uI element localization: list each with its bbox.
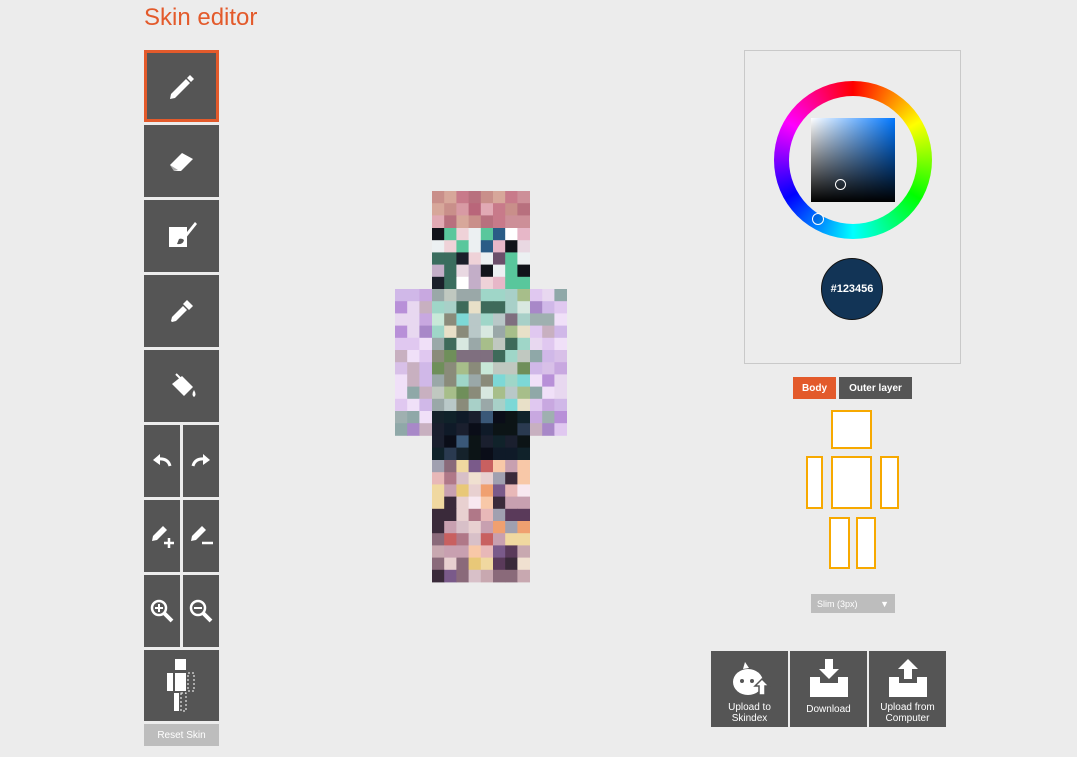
redo-icon xyxy=(191,454,210,467)
current-color-swatch[interactable]: #123456 xyxy=(821,258,883,320)
pencil-icon xyxy=(169,75,194,99)
brush-tool[interactable] xyxy=(144,200,219,272)
upload-from-computer-button[interactable]: Upload from Computer xyxy=(869,651,946,727)
upload-to-skindex-label: Upload to Skindex xyxy=(728,702,771,724)
eyedropper-icon xyxy=(170,300,193,322)
lighten-icon xyxy=(152,526,174,548)
page-title: Skin editor xyxy=(144,4,258,31)
redo-button[interactable] xyxy=(183,425,219,497)
torso-part-selector[interactable] xyxy=(831,456,872,509)
hue-handle[interactable] xyxy=(812,213,824,225)
skin-preview[interactable] xyxy=(394,190,569,585)
zoom-in-button[interactable] xyxy=(144,575,180,647)
right-arm-part-selector[interactable] xyxy=(880,456,899,509)
right-leg-part-selector[interactable] xyxy=(856,517,876,569)
darken-button[interactable] xyxy=(183,500,219,572)
upload-to-skindex-button[interactable]: Upload to Skindex xyxy=(711,651,788,727)
saturation-value-handle[interactable] xyxy=(835,179,846,190)
outer-layer-button[interactable]: Outer layer xyxy=(839,377,912,399)
model-select-value: Slim (3px) xyxy=(817,598,858,609)
skin-face[interactable] xyxy=(432,228,530,290)
skin-head-top[interactable] xyxy=(432,191,530,228)
skin-belt[interactable] xyxy=(432,411,530,461)
reset-skin-button[interactable]: Reset Skin xyxy=(144,724,219,746)
body-parts-toggle[interactable] xyxy=(144,650,219,721)
bucket-fill-tool[interactable] xyxy=(144,350,219,422)
skin-right-arm[interactable] xyxy=(530,289,567,436)
darken-icon xyxy=(191,526,213,545)
pencil-tool[interactable] xyxy=(144,50,219,122)
download-icon xyxy=(810,659,848,697)
color-picker-panel: #123456 xyxy=(744,50,961,364)
zoom-out-button[interactable] xyxy=(183,575,219,647)
download-button[interactable]: Download xyxy=(790,651,867,727)
model-select[interactable]: Slim (3px) ▼ xyxy=(811,594,895,613)
upload-from-computer-label: Upload from Computer xyxy=(880,702,935,724)
eraser-tool[interactable] xyxy=(144,125,219,197)
brush-icon xyxy=(168,222,197,247)
head-part-selector[interactable] xyxy=(831,410,872,449)
skindex-upload-icon xyxy=(733,662,771,696)
left-arm-part-selector[interactable] xyxy=(806,456,823,509)
skin-torso[interactable] xyxy=(432,289,530,412)
left-leg-part-selector[interactable] xyxy=(829,517,850,569)
skin-left-arm[interactable] xyxy=(395,289,432,436)
body-parts-icon xyxy=(166,658,194,711)
skin-legs[interactable] xyxy=(432,460,530,583)
saturation-value-square[interactable] xyxy=(811,118,895,202)
paint-bucket-icon xyxy=(171,373,195,397)
zoom-out-icon xyxy=(189,599,213,623)
undo-icon xyxy=(153,454,172,467)
eraser-icon xyxy=(169,153,193,171)
upload-icon xyxy=(889,659,927,697)
lighten-button[interactable] xyxy=(144,500,180,572)
zoom-in-icon xyxy=(150,599,174,623)
download-label: Download xyxy=(806,704,851,715)
body-layer-button[interactable]: Body xyxy=(793,377,836,399)
undo-button[interactable] xyxy=(144,425,180,497)
chevron-down-icon: ▼ xyxy=(880,598,889,609)
eyedropper-tool[interactable] xyxy=(144,275,219,347)
